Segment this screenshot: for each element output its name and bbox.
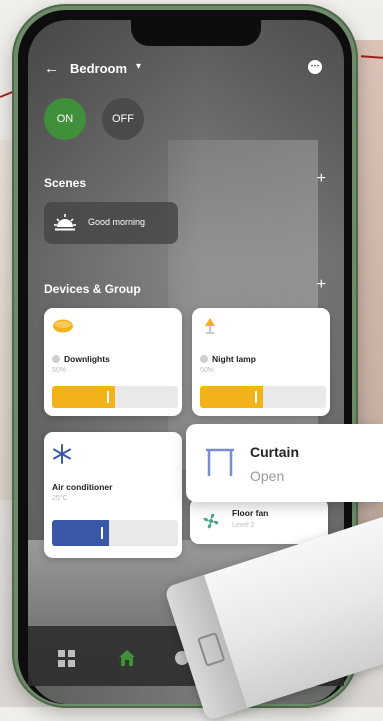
device-name: Floor fan bbox=[232, 508, 269, 518]
scene-chip-good-morning[interactable]: Good morning bbox=[44, 202, 178, 244]
downlight-icon bbox=[53, 319, 73, 333]
device-card-air-conditioner[interactable]: Air conditioner 25°C bbox=[44, 432, 182, 558]
device-card-floor-fan[interactable]: Floor fan Level 2 bbox=[190, 498, 328, 544]
device-name: Curtain bbox=[250, 444, 299, 460]
slider-fill bbox=[52, 386, 115, 408]
snowflake-icon bbox=[53, 444, 71, 464]
power-off-button[interactable]: OFF bbox=[102, 98, 144, 140]
brightness-slider[interactable] bbox=[52, 386, 178, 408]
device-card-curtain[interactable]: Curtain Open bbox=[186, 424, 383, 502]
device-card-night-lamp[interactable]: Night lamp 50% bbox=[192, 308, 330, 416]
arrow-left-icon[interactable]: ← bbox=[44, 60, 59, 78]
more-icon[interactable]: ⋯ bbox=[308, 60, 322, 74]
device-temperature: 25°C bbox=[52, 495, 68, 502]
device-level: 50% bbox=[52, 367, 67, 374]
grid-icon[interactable] bbox=[58, 650, 76, 668]
status-dot-icon bbox=[52, 355, 60, 363]
sunrise-icon bbox=[54, 214, 76, 231]
phone-notch bbox=[131, 20, 261, 46]
device-card-downlights[interactable]: Downlights 50% bbox=[44, 308, 182, 416]
curtain-icon bbox=[206, 448, 234, 476]
slider-knob[interactable] bbox=[107, 391, 109, 403]
device-level: Level 2 bbox=[232, 522, 255, 529]
add-scene-icon[interactable]: + bbox=[317, 170, 326, 188]
add-device-icon[interactable]: + bbox=[317, 276, 326, 294]
slider-knob[interactable] bbox=[255, 391, 257, 403]
device-level: 50% bbox=[200, 367, 215, 374]
scene-label: Good morning bbox=[88, 217, 146, 227]
device-name: Night lamp bbox=[212, 354, 256, 364]
slider-knob[interactable] bbox=[100, 527, 103, 539]
status-dot-icon bbox=[200, 355, 208, 363]
scenes-title: Scenes bbox=[44, 176, 87, 190]
brightness-slider[interactable] bbox=[200, 386, 326, 408]
temperature-slider[interactable] bbox=[52, 520, 178, 546]
top-bar: ← Bedroom ▾ ⋯ bbox=[44, 60, 334, 82]
room-title[interactable]: Bedroom bbox=[70, 61, 127, 76]
device-name: Air conditioner bbox=[52, 482, 113, 492]
room-background bbox=[168, 140, 318, 470]
devices-title: Devices & Group bbox=[44, 282, 141, 296]
device-name: Downlights bbox=[64, 354, 110, 364]
fan-icon bbox=[203, 513, 219, 529]
chevron-down-icon[interactable]: ▾ bbox=[136, 61, 141, 72]
night-lamp-icon bbox=[205, 318, 215, 334]
device-state: Open bbox=[250, 468, 285, 484]
home-icon[interactable] bbox=[118, 649, 136, 667]
power-on-button[interactable]: ON bbox=[44, 98, 86, 140]
slider-fill bbox=[200, 386, 263, 408]
